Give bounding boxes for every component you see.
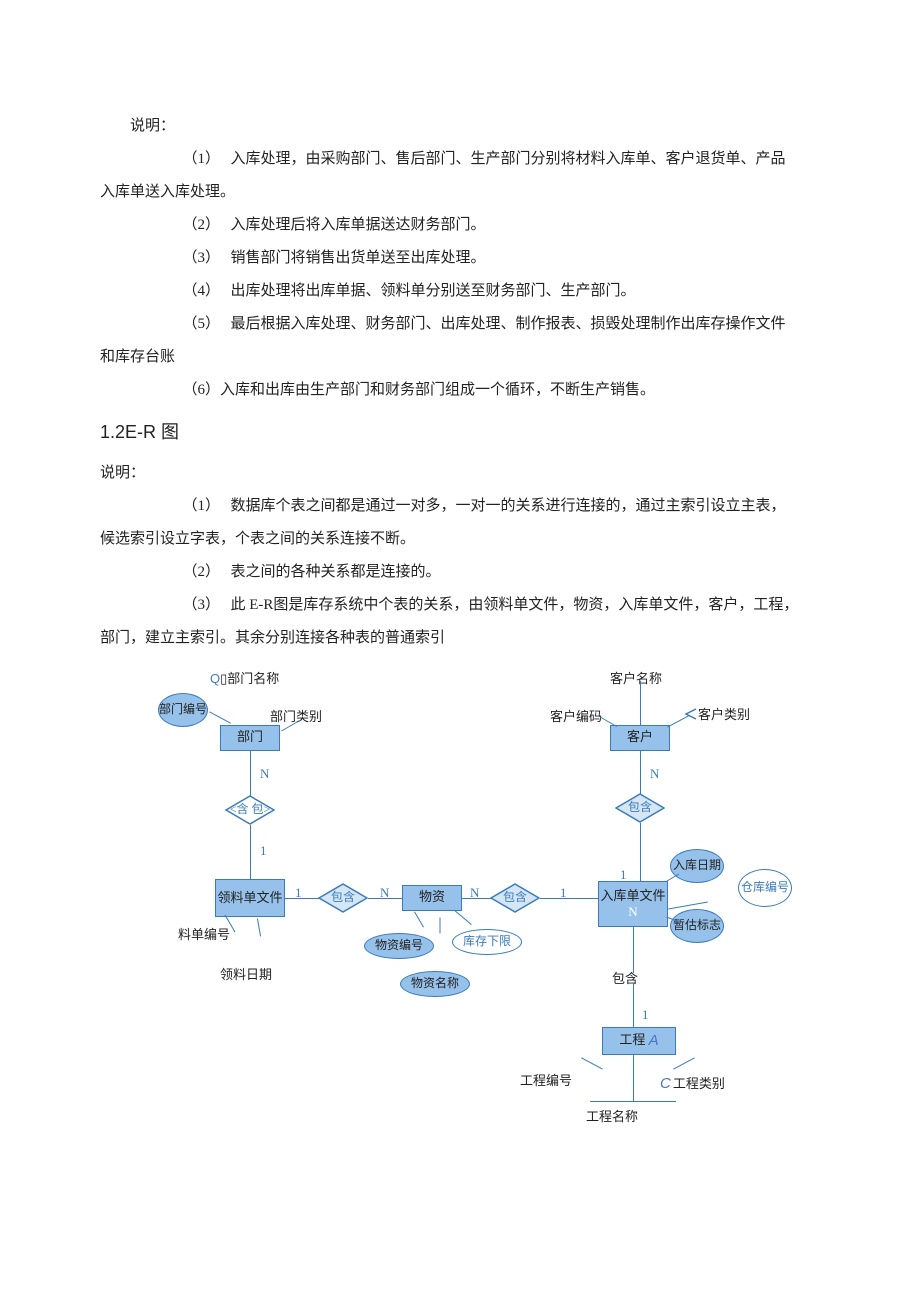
tmp-flag-ellipse: 暂估标志 xyxy=(670,909,724,943)
rel-contain-2: 包含 xyxy=(318,883,368,913)
card-1-2: 1 xyxy=(295,879,302,908)
cust-type-label: 客户类别 xyxy=(684,701,750,730)
card-1-1: 1 xyxy=(260,837,267,866)
list1-text2: 入库处理后将入库单据送达财务部门。 xyxy=(231,217,486,233)
receipt-entity: 领料单文件 xyxy=(215,879,285,917)
proj-no-label: 工程编号 xyxy=(520,1067,572,1096)
list1-item1-line1: （1）入库处理，由采购部门、售后部门、生产部门分别将材料入库单、客户退货单、产品 xyxy=(100,143,820,176)
section-title: 1.2E-R 图 xyxy=(100,413,820,453)
list1-text5: 最后根据入库处理、财务部门、出库处理、制作报表、损毁处理制作出库存操作文件 xyxy=(231,316,786,332)
card-n-1: N xyxy=(260,760,269,789)
rel-contain-4: 包含 xyxy=(615,793,665,823)
list1-item4: （4）出库处理将出库单据、领料单分别送至财务部门、生产部门。 xyxy=(100,275,820,308)
er-diagram: Q▯部门名称 部门编号 部门类别 部门 N <含 包> 1 领料单文件 料单编号… xyxy=(100,665,820,1145)
list1-item5-line2: 和库存台账 xyxy=(100,341,820,374)
rec-no-label: 料单编号 xyxy=(178,927,230,943)
list1-item5-line1: （5）最后根据入库处理、财务部门、出库处理、制作报表、损毁处理制作出库存操作文件 xyxy=(100,308,820,341)
material-no-ellipse: 物资编号 xyxy=(364,933,434,959)
card-1-3: 1 xyxy=(560,879,567,908)
wh-no-ellipse: 仓库编号 xyxy=(738,869,792,907)
list1-item2: （2）入库处理后将入库单据送达财务部门。 xyxy=(100,209,820,242)
list1-item1-line2: 入库单送入库处理。 xyxy=(100,176,820,209)
intro2-label: 说明： xyxy=(100,457,820,490)
inbound-entity: 入库单文件 N xyxy=(598,881,668,927)
rec-date-label: 领料日期 xyxy=(220,961,272,990)
list2-item1-line2: 候选索引设立字表，个表之间的关系连接不断。 xyxy=(100,523,820,556)
dept-code-ellipse: 部门编号 xyxy=(158,693,208,727)
list2-num2: （2） xyxy=(183,556,231,589)
list1-text3: 销售部门将销售出货单送至出库处理。 xyxy=(231,250,486,266)
list1-num2: （2） xyxy=(183,209,231,242)
rel-contain-3: 包含 xyxy=(490,883,540,913)
proj-name-label: 工程名称 xyxy=(586,1103,638,1132)
intro-label: 说明： xyxy=(100,110,820,143)
in-date-ellipse: 入库日期 xyxy=(670,849,724,883)
list2-text1: 数据库个表之间都是通过一对多，一对一的关系进行连接的，通过主索引设立主表， xyxy=(231,498,786,514)
project-entity: 工程 A xyxy=(602,1027,676,1055)
dept-entity: 部门 xyxy=(220,725,280,751)
rel-contain-1: <含 包> xyxy=(225,795,275,825)
card-1-4: 1 xyxy=(620,861,627,890)
list1-num1: （1） xyxy=(183,143,231,176)
list2-item2: （2）表之间的各种关系都是连接的。 xyxy=(100,556,820,589)
card-n-3: N xyxy=(470,879,479,908)
cust-entity: 客户 xyxy=(610,725,670,751)
stock-min-ellipse: 库存下限 xyxy=(452,929,522,955)
card-1-5: 1 xyxy=(642,1001,649,1030)
list1-text1: 入库处理，由采购部门、售后部门、生产部门分别将材料入库单、客户退货单、产品 xyxy=(231,151,786,167)
rel-contain-5: 包含 xyxy=(612,965,638,994)
list1-num5: （5） xyxy=(183,308,231,341)
list1-text4: 出库处理将出库单据、领料单分别送至财务部门、生产部门。 xyxy=(231,283,636,299)
material-entity: 物资 xyxy=(402,885,462,911)
list1-item3: （3）销售部门将销售出货单送至出库处理。 xyxy=(100,242,820,275)
list2-item3-line1: （3）此 E-R图是库存系统中个表的关系，由领料单文件，物资，入库单文件，客户，… xyxy=(100,589,820,622)
list2-text2: 表之间的各种关系都是连接的。 xyxy=(231,564,441,580)
list2-item1-line1: （1）数据库个表之间都是通过一对多，一对一的关系进行连接的，通过主索引设立主表， xyxy=(100,490,820,523)
list1-item6: （6）入库和出库由生产部门和财务部门组成一个循环，不断生产销售。 xyxy=(100,374,820,407)
list2-num3: （3） xyxy=(183,589,231,622)
list2-item3-line2: 部门，建立主索引。其余分别连接各种表的普通索引 xyxy=(100,622,820,655)
list1-num3: （3） xyxy=(183,242,231,275)
material-name-ellipse: 物资名称 xyxy=(400,971,470,997)
list1-num4: （4） xyxy=(183,275,231,308)
cust-name-label: 客户名称 xyxy=(610,665,662,694)
proj-type-label: C工程类别 xyxy=(660,1067,725,1100)
list2-text3: 此 E-R图是库存系统中个表的关系，由领料单文件，物资，入库单文件，客户，工程， xyxy=(231,597,799,613)
list2-num1: （1） xyxy=(183,490,231,523)
cust-code-label: 客户编码 xyxy=(550,703,602,732)
card-n-2: N xyxy=(380,879,389,908)
card-n-4: N xyxy=(650,760,659,789)
